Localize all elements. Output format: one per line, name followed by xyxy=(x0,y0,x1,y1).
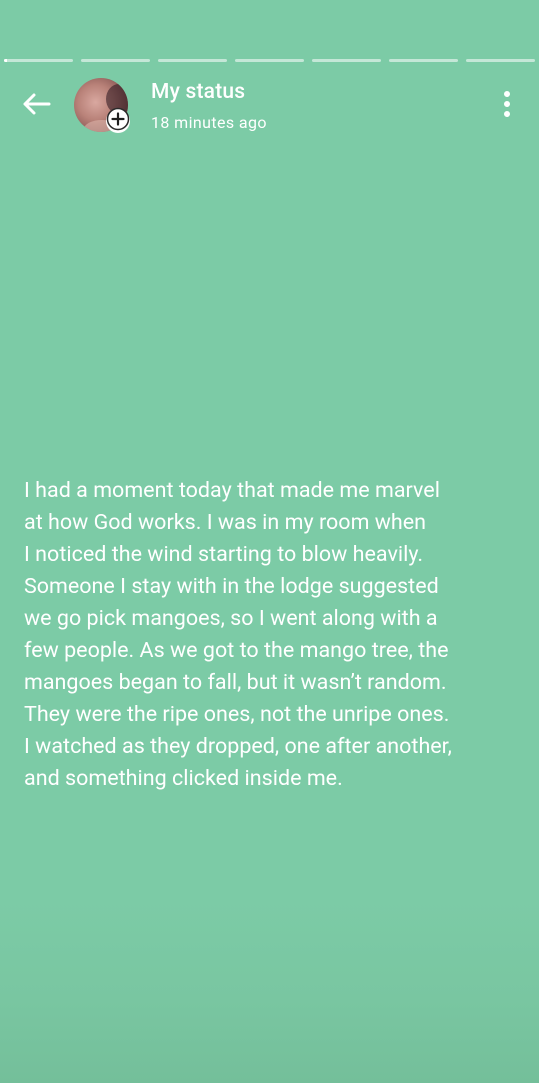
status-owner-title: My status xyxy=(151,80,246,104)
plus-icon xyxy=(106,107,130,135)
avatar-container[interactable] xyxy=(74,78,130,134)
status-progress-bar xyxy=(4,59,535,63)
more-options-button[interactable] xyxy=(488,86,526,126)
progress-segment xyxy=(466,59,535,62)
progress-segment xyxy=(389,59,458,62)
add-status-button[interactable] xyxy=(106,107,130,135)
progress-segment xyxy=(312,59,381,62)
arrow-left-icon xyxy=(21,92,51,120)
progress-segment xyxy=(158,59,227,62)
status-viewer[interactable]: My status 18 minutes ago I had a moment … xyxy=(0,0,539,1083)
progress-segment xyxy=(81,59,150,62)
more-vertical-icon xyxy=(502,90,512,122)
progress-segment xyxy=(4,59,73,62)
progress-segment xyxy=(235,59,304,62)
status-timestamp: 18 minutes ago xyxy=(151,113,267,132)
status-text-body: I had a moment today that made me marvel… xyxy=(24,478,452,791)
back-button[interactable] xyxy=(16,86,56,126)
